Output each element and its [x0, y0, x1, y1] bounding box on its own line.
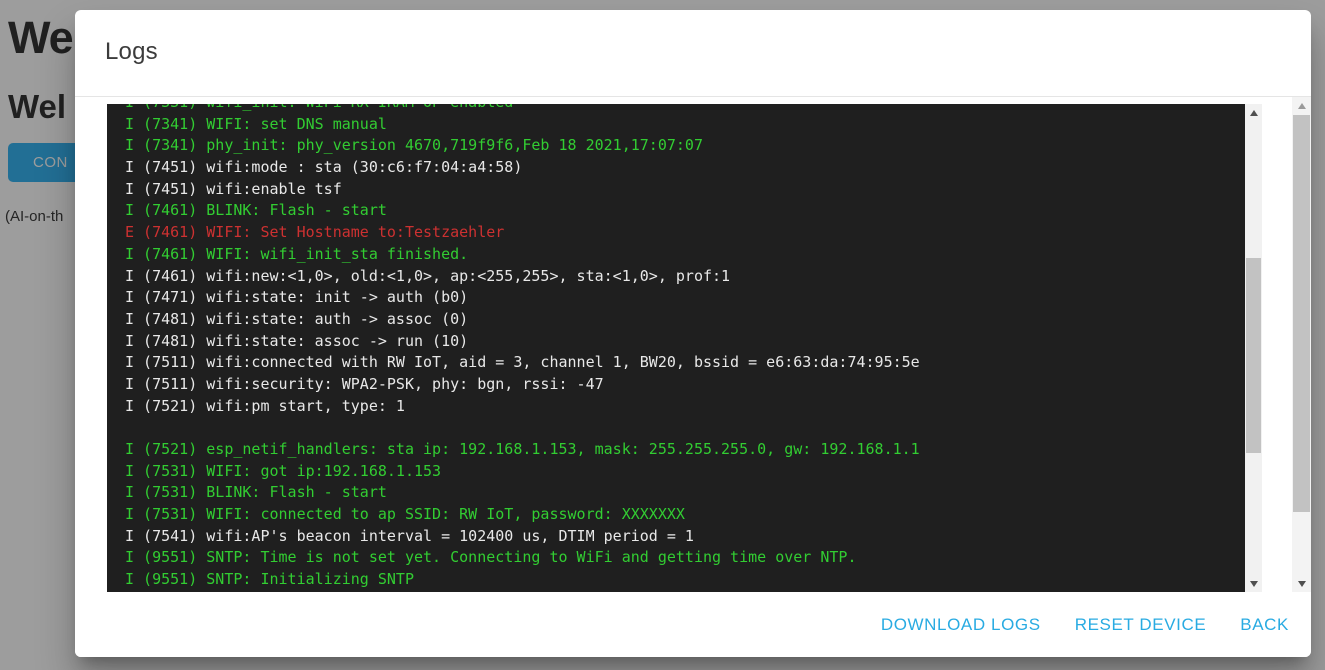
log-line: I (7531) WIFI: got ip:192.168.1.153 [125, 461, 1245, 483]
log-line: E (7461) WIFI: Set Hostname to:Testzaehl… [125, 222, 1245, 244]
log-line: I (7531) BLINK: Flash - start [125, 482, 1245, 504]
log-content: I (7331) wifi_init: WiFi RX IRAM OP enab… [125, 104, 1245, 591]
log-line: I (7521) esp_netif_handlers: sta ip: 192… [125, 439, 1245, 461]
scroll-down-icon[interactable] [1245, 575, 1262, 592]
dialog-footer: DOWNLOAD LOGS RESET DEVICE BACK [75, 592, 1311, 657]
log-line: I (7541) wifi:AP's beacon interval = 102… [125, 526, 1245, 548]
log-line: I (7331) wifi_init: WiFi RX IRAM OP enab… [125, 104, 1245, 114]
log-viewport[interactable]: I (7331) wifi_init: WiFi RX IRAM OP enab… [107, 104, 1245, 592]
log-line: I (7461) WIFI: wifi_init_sta finished. [125, 244, 1245, 266]
scroll-up-icon[interactable] [1292, 97, 1311, 114]
log-line [125, 417, 1245, 439]
log-scrollbar[interactable] [1245, 104, 1262, 592]
log-line: I (7521) wifi:pm start, type: 1 [125, 396, 1245, 418]
back-button[interactable]: BACK [1240, 615, 1289, 635]
log-line: I (7451) wifi:enable tsf [125, 179, 1245, 201]
log-line: I (7481) wifi:state: assoc -> run (10) [125, 331, 1245, 353]
log-line: I (7511) wifi:security: WPA2-PSK, phy: b… [125, 374, 1245, 396]
log-line: I (7461) BLINK: Flash - start [125, 200, 1245, 222]
log-line: I (7461) wifi:new:<1,0>, old:<1,0>, ap:<… [125, 266, 1245, 288]
log-terminal: I (7331) wifi_init: WiFi RX IRAM OP enab… [107, 104, 1262, 592]
log-line: I (7341) WIFI: set DNS manual [125, 114, 1245, 136]
download-logs-button[interactable]: DOWNLOAD LOGS [881, 615, 1041, 635]
log-line: I (9551) SNTP: Time is not set yet. Conn… [125, 547, 1245, 569]
screen: We Wel CON (AI-on-th Logs I (7331) wifi_… [0, 0, 1325, 670]
log-line: I (7471) wifi:state: init -> auth (b0) [125, 287, 1245, 309]
scroll-up-icon[interactable] [1245, 104, 1262, 121]
log-line: I (7531) WIFI: connected to ap SSID: RW … [125, 504, 1245, 526]
reset-device-button[interactable]: RESET DEVICE [1075, 615, 1207, 635]
log-scrollbar-thumb[interactable] [1246, 258, 1261, 453]
dialog-title: Logs [105, 38, 1311, 66]
dialog-body: I (7331) wifi_init: WiFi RX IRAM OP enab… [75, 97, 1311, 592]
log-line: I (7481) wifi:state: auth -> assoc (0) [125, 309, 1245, 331]
dialog-scrollbar[interactable] [1292, 97, 1311, 592]
dialog-header: Logs [75, 10, 1311, 96]
scroll-down-icon[interactable] [1292, 575, 1311, 592]
log-line: I (7341) phy_init: phy_version 4670,719f… [125, 135, 1245, 157]
log-line: I (9551) SNTP: Initializing SNTP [125, 569, 1245, 591]
log-line: I (7451) wifi:mode : sta (30:c6:f7:04:a4… [125, 157, 1245, 179]
log-line: I (7511) wifi:connected with RW IoT, aid… [125, 352, 1245, 374]
dialog-scrollbar-thumb[interactable] [1293, 115, 1310, 512]
logs-dialog: Logs I (7331) wifi_init: WiFi RX IRAM OP… [75, 10, 1311, 657]
